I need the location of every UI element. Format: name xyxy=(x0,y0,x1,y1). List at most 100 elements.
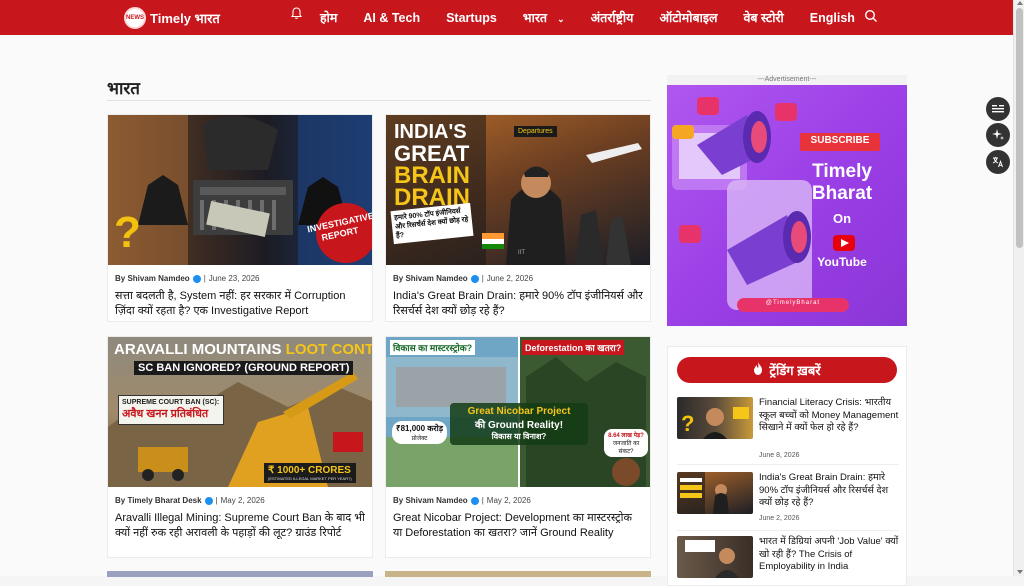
trending-divider xyxy=(677,464,899,465)
article-title[interactable]: Great Nicobar Project: Development का मा… xyxy=(386,505,650,540)
main-nav: होम AI & Tech Startups भारत ⌄ अंतर्राष्ट्… xyxy=(320,0,855,35)
image-text: IIT xyxy=(518,250,525,256)
trending-item-title[interactable]: India's Great Brain Drain: हमारे 90% टॉप… xyxy=(759,472,901,510)
meta-separator: | xyxy=(481,496,484,505)
nav-item-bharat[interactable]: भारत ⌄ xyxy=(523,9,565,26)
trending-item-date: June 8, 2026 xyxy=(759,452,800,459)
meta-separator: | xyxy=(203,274,206,283)
image-text: LOOT CONTINUES! xyxy=(285,341,372,358)
article-author[interactable]: By Shivam Namdeo xyxy=(393,496,468,505)
article-author[interactable]: By Timely Bharat Desk xyxy=(115,496,202,505)
reading-mode-icon[interactable] xyxy=(986,97,1010,121)
article-title[interactable]: सत्ता बदलती है, System नहीं: हर सरकार मे… xyxy=(108,283,372,318)
verified-icon xyxy=(470,496,479,505)
image-text: SUPREME COURT BAN (SC): xyxy=(122,399,220,406)
trending-widget: ट्रेंडिंग ख़बरें ? Financial Literacy Cr… xyxy=(667,346,907,586)
scroll-thumb[interactable] xyxy=(1016,8,1023,248)
search-icon[interactable] xyxy=(864,9,878,23)
image-text: Deforestation का खतरा? xyxy=(522,340,625,355)
trending-item[interactable]: भारत में डिग्रियां अपनी 'Job Value' क्यो… xyxy=(677,536,899,580)
image-text: अवैध खनन प्रतिबंधित xyxy=(122,408,209,420)
trending-thumbnail[interactable] xyxy=(677,472,753,514)
trending-thumbnail[interactable]: ? xyxy=(677,397,753,439)
verified-icon xyxy=(204,496,213,505)
article-card[interactable]: विकास का मास्टरस्ट्रोक? Deforestation का… xyxy=(385,336,651,558)
nav-item-web-story[interactable]: वेब स्टोरी xyxy=(743,9,783,26)
image-text: 8.64 लाख पेड़? xyxy=(608,433,644,439)
image-text: (ESTIMATED ILLEGAL MARKET PER YEAR?) xyxy=(268,476,352,481)
article-card[interactable]: INDIA'S GREAT BRAIN DRAIN हमारे 90% टॉप … xyxy=(385,114,651,322)
image-text: प्रोजेक्ट xyxy=(411,436,428,442)
image-text: जनजाति का संकट? xyxy=(612,441,640,455)
trending-item[interactable]: India's Great Brain Drain: हमारे 90% टॉप… xyxy=(677,472,899,528)
translate-icon[interactable] xyxy=(986,150,1010,174)
site-logo[interactable]: NEWS Timely भारत xyxy=(124,7,220,29)
article-date: May 2, 2026 xyxy=(486,496,531,505)
article-meta: By Shivam Namdeo | June 23, 2026 xyxy=(108,265,372,283)
image-text: ₹81,000 करोड़ xyxy=(396,424,444,433)
image-text: ARAVALLI MOUNTAINS xyxy=(114,341,282,358)
article-meta: By Shivam Namdeo | June 2, 2026 xyxy=(386,265,650,283)
image-text: विकास का मास्टरस्ट्रोक? xyxy=(390,340,476,355)
trending-header: ट्रेंडिंग ख़बरें xyxy=(677,357,897,383)
image-text: की Ground Reality! xyxy=(474,420,564,431)
article-author[interactable]: By Shivam Namdeo xyxy=(115,274,190,283)
article-image[interactable]: INDIA'S GREAT BRAIN DRAIN हमारे 90% टॉप … xyxy=(386,115,650,265)
article-card[interactable]: ARAVALLI MOUNTAINS LOOT CONTINUES! SC BA… xyxy=(107,336,373,558)
scroll-down-arrow-icon[interactable] xyxy=(1017,570,1023,574)
meta-separator: | xyxy=(481,274,484,283)
trending-item-date: June 2, 2026 xyxy=(759,515,800,522)
ad-text: Bharat xyxy=(811,183,873,204)
section-title: भारत xyxy=(107,79,140,98)
ad-handle: @TimelyBharat xyxy=(765,300,821,306)
image-text: विकास या विनाश? xyxy=(491,432,547,441)
nav-item-bharat-label: भारत xyxy=(522,11,548,25)
image-text: SC BAN IGNORED? (GROUND REPORT) xyxy=(134,361,354,375)
verified-icon xyxy=(192,274,201,283)
trending-thumbnail[interactable] xyxy=(677,536,753,578)
nav-item-startups[interactable]: Startups xyxy=(446,11,497,25)
ad-text: YouTube xyxy=(817,255,867,269)
logo-text: Timely भारत xyxy=(150,11,220,26)
article-author[interactable]: By Shivam Namdeo xyxy=(393,274,468,283)
article-image[interactable]: ? INVESTIGATIVE REPORT xyxy=(108,115,372,265)
advertisement[interactable]: ---Advertisement--- SUBSCRIBE Timely Bha… xyxy=(667,75,907,326)
svg-text:?: ? xyxy=(114,208,141,257)
article-meta: By Shivam Namdeo | May 2, 2026 xyxy=(386,487,650,505)
nav-item-home[interactable]: होम xyxy=(320,9,337,26)
article-card[interactable]: ? INVESTIGATIVE REPORT By Shivam Namdeo … xyxy=(107,114,373,322)
meta-separator: | xyxy=(215,496,218,505)
flame-icon xyxy=(753,362,763,378)
nav-item-english[interactable]: English xyxy=(810,11,855,25)
verified-icon xyxy=(470,274,479,283)
svg-text:?: ? xyxy=(681,411,694,436)
page-scrollbar[interactable] xyxy=(1013,0,1024,576)
trending-item-title[interactable]: Financial Literacy Crisis: भारतीय स्कूल … xyxy=(759,397,901,435)
section-divider xyxy=(107,100,651,101)
nav-item-international[interactable]: अंतर्राष्ट्रीय xyxy=(591,9,634,26)
article-title[interactable]: India's Great Brain Drain: हमारे 90% टॉप… xyxy=(386,283,650,318)
ad-label: ---Advertisement--- xyxy=(757,76,817,83)
article-image[interactable]: विकास का मास्टरस्ट्रोक? Deforestation का… xyxy=(386,337,650,487)
article-image[interactable]: ARAVALLI MOUNTAINS LOOT CONTINUES! SC BA… xyxy=(108,337,372,487)
article-date: June 23, 2026 xyxy=(208,274,260,283)
ad-text: On xyxy=(832,211,852,226)
article-title[interactable]: Aravalli Illegal Mining: Supreme Court B… xyxy=(108,505,372,540)
trending-divider xyxy=(677,530,899,531)
image-text: Departures xyxy=(514,126,557,137)
ad-text: Timely xyxy=(812,161,872,182)
trending-title: ट्रेंडिंग ख़बरें xyxy=(769,363,821,378)
article-card-peek[interactable] xyxy=(385,571,651,577)
bell-icon[interactable] xyxy=(290,7,303,23)
article-card-peek[interactable] xyxy=(107,571,373,577)
scroll-up-arrow-icon[interactable] xyxy=(1017,1,1023,5)
image-text: INDIA'S xyxy=(394,121,467,143)
nav-item-ai-tech[interactable]: AI & Tech xyxy=(363,11,420,25)
chevron-down-icon: ⌄ xyxy=(557,14,565,24)
nav-item-automobile[interactable]: ऑटोमोबाइल xyxy=(659,9,717,26)
ai-sparkle-icon[interactable] xyxy=(986,123,1010,147)
trending-item[interactable]: ? Financial Literacy Crisis: भारतीय स्कू… xyxy=(677,397,901,459)
trending-item-title[interactable]: भारत में डिग्रियां अपनी 'Job Value' क्यो… xyxy=(759,536,901,574)
image-text: ₹ 1000+ CRORES xyxy=(268,465,351,476)
ad-banner[interactable]: SUBSCRIBE Timely Bharat On YouTube @Time… xyxy=(667,85,907,326)
